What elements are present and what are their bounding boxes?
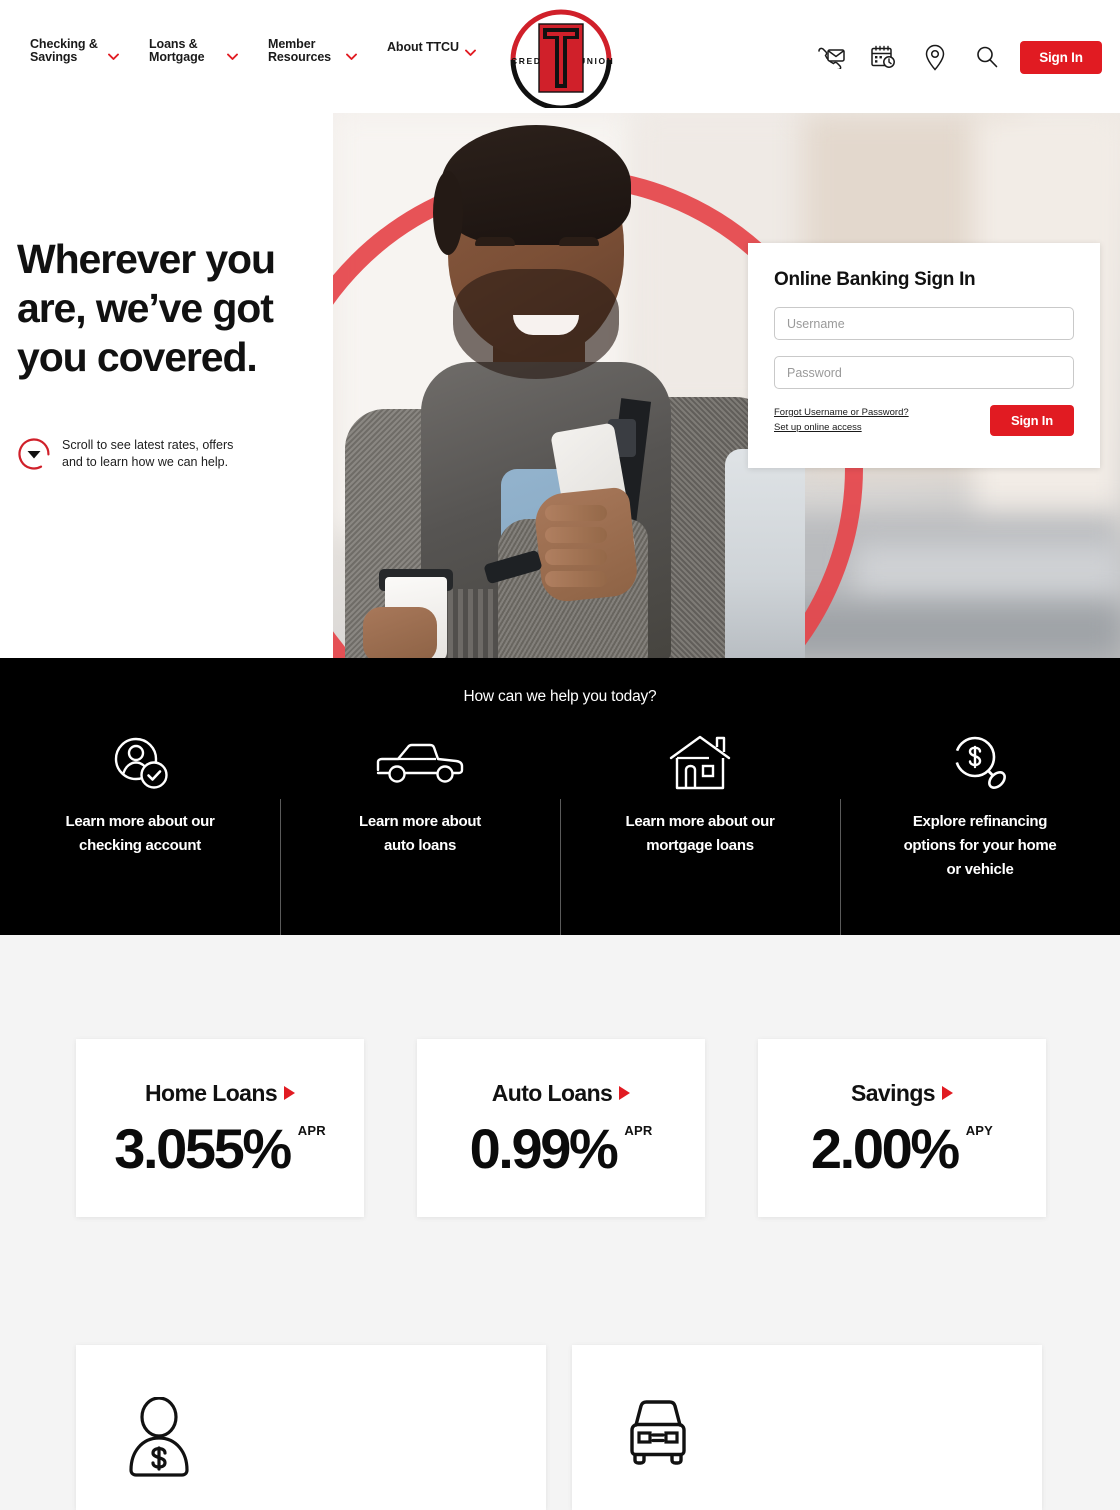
page-title: Wherever you are, we’ve got you covered.	[17, 236, 276, 380]
setup-online-access-link[interactable]: Set up online access	[774, 420, 909, 435]
site-header: Checking & Savings Loans & Mortgage Memb…	[0, 0, 1120, 113]
nav-item-label: Loans & Mortgage	[149, 37, 205, 65]
rate-card-auto-loans[interactable]: Auto Loans 0.99% APR	[417, 1039, 705, 1217]
rate-card-title: Auto Loans	[491, 1079, 613, 1106]
rate-card-header: Home Loans	[144, 1079, 296, 1107]
chevron-down-icon	[108, 53, 119, 61]
magnifier-dollar-icon	[951, 732, 1009, 794]
play-arrow-icon	[619, 1086, 631, 1100]
chevron-down-icon	[465, 49, 476, 57]
rate-card-header: Savings	[851, 1080, 953, 1107]
nav-item-label: Member Resources	[268, 37, 332, 65]
rate-card-home-loans[interactable]: Home Loans 3.055% APR	[76, 1039, 364, 1217]
rate-card-value-row: 0.99% APR	[469, 1116, 653, 1180]
nav-item-member-resources[interactable]: Member Resources	[268, 37, 357, 65]
help-item-label: Learn more about auto loans	[359, 813, 481, 854]
play-arrow-icon	[942, 1086, 953, 1100]
forgot-credentials-link[interactable]: Forgot Username or Password?	[774, 405, 909, 420]
rate-card-title: Home Loans	[144, 1079, 278, 1106]
nav-item-loans-mortgage[interactable]: Loans & Mortgage	[149, 37, 238, 65]
signin-card-footer: Forgot Username or Password? Set up onli…	[774, 405, 1074, 436]
rate-card-header: Auto Loans	[492, 1080, 631, 1107]
help-item-refinancing[interactable]: Explore refinancing options for your hom…	[840, 732, 1120, 944]
hero-person-photo	[333, 119, 805, 658]
nav-item-checking-savings[interactable]: Checking & Savings	[30, 37, 119, 65]
help-item-checking-account[interactable]: Learn more about our checking account	[0, 732, 280, 882]
chevron-down-icon	[227, 53, 238, 61]
person-check-icon	[109, 732, 171, 794]
header-sign-in-button[interactable]: Sign In	[1020, 40, 1102, 74]
help-item-label: Learn more about our mortgage loans	[625, 813, 775, 854]
header-actions: Sign In	[812, 38, 1110, 76]
signin-card-title: Online Banking Sign In	[774, 269, 976, 290]
play-arrow-icon	[284, 1086, 296, 1100]
scroll-hint-label: Scroll to see latest rates, offers and t…	[62, 438, 234, 469]
online-banking-signin-card: Online Banking Sign In Forgot Username o…	[748, 243, 1100, 468]
nav-item-label: About TTCU	[387, 39, 459, 54]
rate-card-value: 0.99%	[469, 1116, 619, 1180]
appointment-calendar-icon[interactable]	[864, 38, 902, 76]
rates-section: Home Loans 3.055% APR Auto Loans 0.99% A…	[0, 935, 1120, 1510]
signin-links: Forgot Username or Password? Set up onli…	[774, 405, 909, 435]
help-item-label: Explore refinancing options for your hom…	[903, 813, 1057, 878]
help-band-title: How can we help you today?	[463, 688, 657, 705]
person-dollar-icon	[122, 1397, 196, 1479]
rate-card-value: 3.055%	[114, 1116, 292, 1180]
rate-card-savings[interactable]: Savings 2.00% APY	[758, 1039, 1046, 1217]
chevron-down-circle-icon	[17, 437, 51, 471]
nav-item-label: Checking & Savings	[30, 37, 98, 65]
hero-text-block: Wherever you are, we’ve got you covered.…	[17, 235, 327, 471]
help-item-auto-loans[interactable]: Learn more about auto loans	[280, 732, 560, 944]
rate-cards: Home Loans 3.055% APR Auto Loans 0.99% A…	[76, 1039, 1046, 1217]
rate-card-sup: APY	[965, 1122, 994, 1138]
location-pin-icon[interactable]	[916, 38, 954, 76]
car-front-icon	[618, 1397, 698, 1469]
page-root: Checking & Savings Loans & Mortgage Memb…	[0, 0, 1120, 1510]
svg-text:UNION: UNION	[579, 56, 614, 66]
car-side-icon	[374, 732, 466, 794]
chevron-down-icon	[346, 53, 357, 61]
scroll-hint[interactable]: Scroll to see latest rates, offers and t…	[17, 437, 327, 471]
house-icon	[668, 732, 732, 794]
rate-card-title: Savings	[850, 1079, 936, 1106]
password-input[interactable]	[774, 356, 1074, 389]
rate-card-sup: APR	[624, 1122, 653, 1138]
promo-card-auto-loan[interactable]	[572, 1345, 1042, 1510]
hero-section: Wherever you are, we’ve got you covered.…	[0, 113, 1120, 658]
primary-navigation: Checking & Savings Loans & Mortgage Memb…	[30, 37, 506, 65]
search-icon[interactable]	[968, 38, 1006, 76]
rate-card-value: 2.00%	[810, 1116, 960, 1180]
username-input[interactable]	[774, 307, 1074, 340]
ttcu-logo[interactable]: CREDIT UNION	[497, 6, 625, 108]
nav-item-about-ttcu[interactable]: About TTCU	[387, 38, 476, 57]
rate-card-value-row: 2.00% APY	[810, 1116, 994, 1180]
help-band-section: How can we help you today? Learn more ab…	[0, 658, 1120, 944]
help-item-label: Learn more about our checking account	[65, 813, 215, 854]
rate-card-value-row: 3.055% APR	[114, 1116, 326, 1180]
contact-icon[interactable]	[812, 38, 850, 76]
help-band-items: Learn more about our checking account Le…	[0, 732, 1120, 944]
rate-card-sup: APR	[297, 1122, 326, 1138]
signin-card-submit-button[interactable]: Sign In	[990, 405, 1074, 436]
promo-card-personal-loan[interactable]	[76, 1345, 546, 1510]
promo-cards	[76, 1345, 1068, 1510]
help-item-mortgage-loans[interactable]: Learn more about our mortgage loans	[560, 732, 840, 944]
